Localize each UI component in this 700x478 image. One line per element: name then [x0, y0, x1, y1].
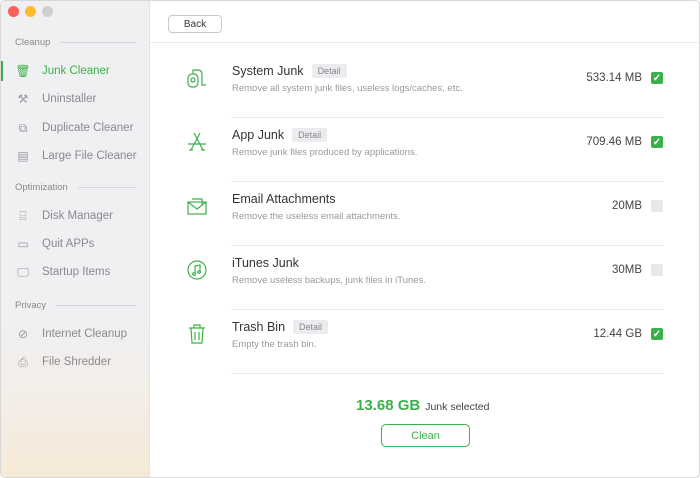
row-size: 30MB: [611, 264, 642, 276]
sidebar-item-label: File Shredder: [42, 356, 112, 368]
section-privacy: Privacy: [15, 300, 137, 311]
sidebar-item-label: Quit APPs: [42, 238, 95, 250]
row-checkbox[interactable]: [651, 200, 663, 212]
row-title: Trash Bin: [232, 320, 286, 334]
app-window: Cleanup Optimization Privacy 🗑︎ Junk Clea…: [0, 0, 700, 478]
file-icon: ▤: [17, 149, 29, 163]
music-icon: [187, 260, 207, 280]
row-description: Remove all system junk files, useless lo…: [232, 83, 463, 94]
back-button[interactable]: Back: [168, 15, 222, 33]
row-size: 709.46 MB: [586, 136, 642, 148]
trash-icon: 🗑︎: [15, 64, 31, 78]
row-checkbox[interactable]: ✓: [651, 328, 663, 340]
row-title: System Junk: [232, 64, 304, 78]
total-label: Junk selected: [425, 401, 490, 413]
app-store-icon: ⚒︎: [17, 92, 29, 106]
row-divider: [231, 373, 664, 374]
sidebar-item-file-shredder[interactable]: ⎙ File Shredder: [1, 350, 150, 374]
compass-icon: ⊘: [17, 327, 29, 341]
row-description: Empty the trash bin.: [232, 339, 317, 350]
close-button[interactable]: [8, 6, 19, 17]
duplicate-icon: ⧉: [18, 120, 28, 135]
window-controls: [8, 6, 53, 17]
sidebar-item-label: Internet Cleanup: [42, 328, 128, 340]
shredder-icon: ⎙: [18, 354, 28, 369]
sidebar-item-label: Uninstaller: [42, 93, 97, 105]
row-checkbox[interactable]: [651, 264, 663, 276]
junk-row-system-junk: System Junk Detail Remove all system junk…: [171, 54, 664, 118]
clean-button[interactable]: Clean: [381, 424, 470, 447]
sidebar-item-label: Startup Items: [42, 266, 111, 278]
disk-icon: ⌸: [19, 208, 27, 223]
row-checkbox[interactable]: ✓: [651, 72, 663, 84]
monitor-icon: 🖵︎: [17, 264, 29, 279]
sidebar: Cleanup Optimization Privacy 🗑︎ Junk Clea…: [1, 1, 150, 477]
sidebar-item-quit-apps[interactable]: ▭ Quit APPs: [1, 232, 150, 256]
trash-icon: [189, 324, 205, 344]
sidebar-item-uninstaller[interactable]: ⚒︎ Uninstaller: [1, 87, 150, 111]
sidebar-item-label: Disk Manager: [42, 210, 113, 222]
row-title: iTunes Junk: [232, 256, 299, 270]
detail-button[interactable]: Detail: [292, 128, 328, 142]
email-icon: [187, 198, 207, 215]
sidebar-item-label: Large File Cleaner: [42, 150, 137, 162]
sidebar-item-large-file-cleaner[interactable]: ▤ Large File Cleaner: [1, 144, 150, 168]
zoom-button[interactable]: [42, 6, 53, 17]
window-icon: ▭: [17, 237, 29, 251]
row-size: 20MB: [611, 200, 642, 212]
header-divider: [150, 42, 699, 43]
row-description: Remove junk files produced by applicatio…: [232, 147, 418, 158]
sidebar-item-label: Duplicate Cleaner: [42, 122, 134, 134]
sidebar-item-startup-items[interactable]: 🖵︎ Startup Items: [1, 260, 150, 284]
row-checkbox[interactable]: ✓: [651, 136, 663, 148]
total-size: 13.68 GB: [356, 397, 421, 414]
vacuum-icon: [187, 69, 206, 88]
junk-row-trash-bin: Trash Bin Detail Empty the trash bin. 12.…: [171, 310, 664, 374]
row-description: Remove useless backups, junk files in iT…: [232, 275, 426, 286]
junk-total: 13.68 GB Junk selected: [356, 397, 489, 414]
detail-button[interactable]: Detail: [311, 64, 347, 78]
sidebar-item-label: Junk Cleaner: [42, 65, 110, 77]
sidebar-item-disk-manager[interactable]: ⌸ Disk Manager: [1, 204, 150, 228]
junk-row-app-junk: App Junk Detail Remove junk files produce…: [171, 118, 664, 182]
row-description: Remove the useless email attachments.: [232, 211, 401, 222]
section-optimization: Optimization: [15, 182, 137, 193]
sidebar-item-internet-cleanup[interactable]: ⊘ Internet Cleanup: [1, 322, 150, 346]
section-cleanup: Cleanup: [15, 37, 137, 48]
junk-row-itunes-junk: iTunes Junk Remove useless backups, junk…: [171, 246, 664, 310]
app-store-icon: [188, 132, 206, 151]
row-size: 12.44 GB: [593, 328, 642, 340]
row-title: Email Attachments: [232, 192, 336, 206]
detail-button[interactable]: Detail: [293, 320, 329, 334]
sidebar-item-duplicate-cleaner[interactable]: ⧉ Duplicate Cleaner: [1, 116, 150, 140]
junk-row-email-attachments: Email Attachments Remove the useless ema…: [171, 182, 664, 246]
row-size: 533.14 MB: [586, 72, 642, 84]
minimize-button[interactable]: [25, 6, 36, 17]
sidebar-item-junk-cleaner[interactable]: 🗑︎ Junk Cleaner: [1, 59, 150, 83]
row-title: App Junk: [232, 128, 285, 142]
